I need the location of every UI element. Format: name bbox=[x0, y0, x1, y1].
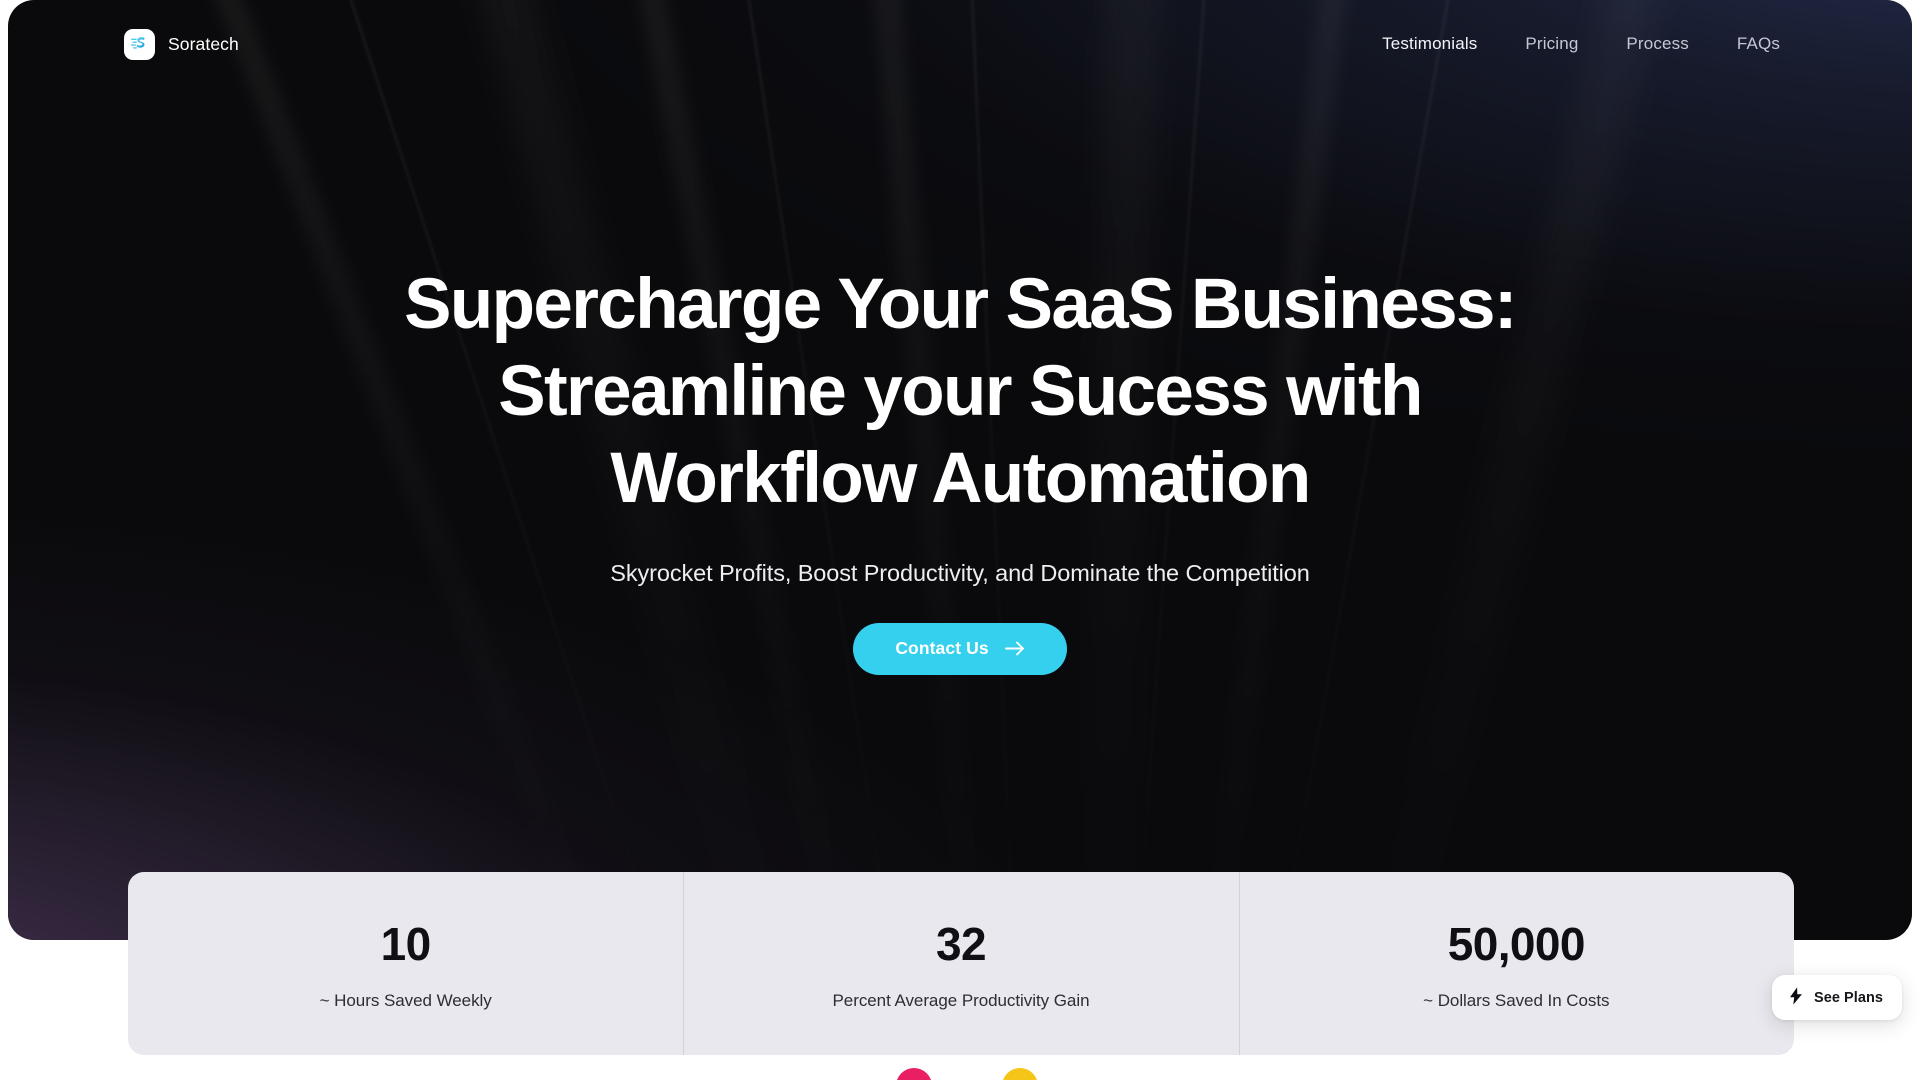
contact-us-label: Contact Us bbox=[895, 638, 989, 659]
nav-item-process[interactable]: Process bbox=[1602, 28, 1712, 60]
soratech-swoosh-logo-icon bbox=[124, 28, 155, 60]
lightning-bolt-icon bbox=[1789, 987, 1803, 1008]
stat-label: Percent Average Productivity Gain bbox=[832, 990, 1090, 1010]
hero-cta-wrap: Contact Us bbox=[8, 622, 1912, 675]
see-plans-label: See Plans bbox=[1814, 989, 1883, 1006]
headline-line-3: Workflow Automation bbox=[610, 438, 1311, 518]
nav-item-testimonials[interactable]: Testimonials bbox=[1358, 28, 1501, 60]
see-plans-button[interactable]: See Plans bbox=[1772, 975, 1902, 1020]
hero-subheadline: Skyrocket Profits, Boost Productivity, a… bbox=[610, 559, 1310, 586]
stat-item-productivity-gain: 32 Percent Average Productivity Gain bbox=[683, 872, 1238, 1055]
brand-logo[interactable]: Soratech bbox=[124, 28, 239, 60]
stat-item-hours-saved: 10 ~ Hours Saved Weekly bbox=[128, 872, 683, 1055]
stat-label: ~ Hours Saved Weekly bbox=[319, 990, 492, 1010]
page-title: Supercharge Your SaaS Business: Streamli… bbox=[345, 262, 1575, 523]
stat-value: 10 bbox=[380, 917, 432, 970]
stats-card: 10 ~ Hours Saved Weekly 32 Percent Avera… bbox=[128, 872, 1794, 1055]
stat-label: ~ Dollars Saved In Costs bbox=[1423, 990, 1610, 1010]
stat-item-dollars-saved: 50,000 ~ Dollars Saved In Costs bbox=[1238, 872, 1794, 1055]
nav-item-pricing[interactable]: Pricing bbox=[1501, 28, 1602, 60]
headline-line-2: Streamline your Sucess with bbox=[498, 351, 1423, 431]
top-navigation: Soratech Testimonials Pricing Process FA… bbox=[8, 0, 1912, 88]
stat-value: 32 bbox=[936, 917, 987, 970]
contact-us-button[interactable]: Contact Us bbox=[853, 622, 1067, 675]
stat-value: 50,000 bbox=[1447, 917, 1586, 970]
peek-circle-pink bbox=[896, 1068, 932, 1080]
arrow-right-icon bbox=[1004, 641, 1025, 656]
headline-line-1: Supercharge Your SaaS Business: bbox=[404, 265, 1517, 344]
peek-circle-yellow bbox=[1002, 1068, 1038, 1080]
nav-links: Testimonials Pricing Process FAQs bbox=[1358, 28, 1804, 60]
brand-name: Soratech bbox=[168, 33, 239, 54]
page-root: Soratech Testimonials Pricing Process FA… bbox=[0, 0, 1920, 1080]
hero-content: Supercharge Your SaaS Business: Streamli… bbox=[8, 262, 1912, 675]
nav-item-faqs[interactable]: FAQs bbox=[1713, 28, 1804, 60]
hero-section: Soratech Testimonials Pricing Process FA… bbox=[8, 0, 1912, 940]
